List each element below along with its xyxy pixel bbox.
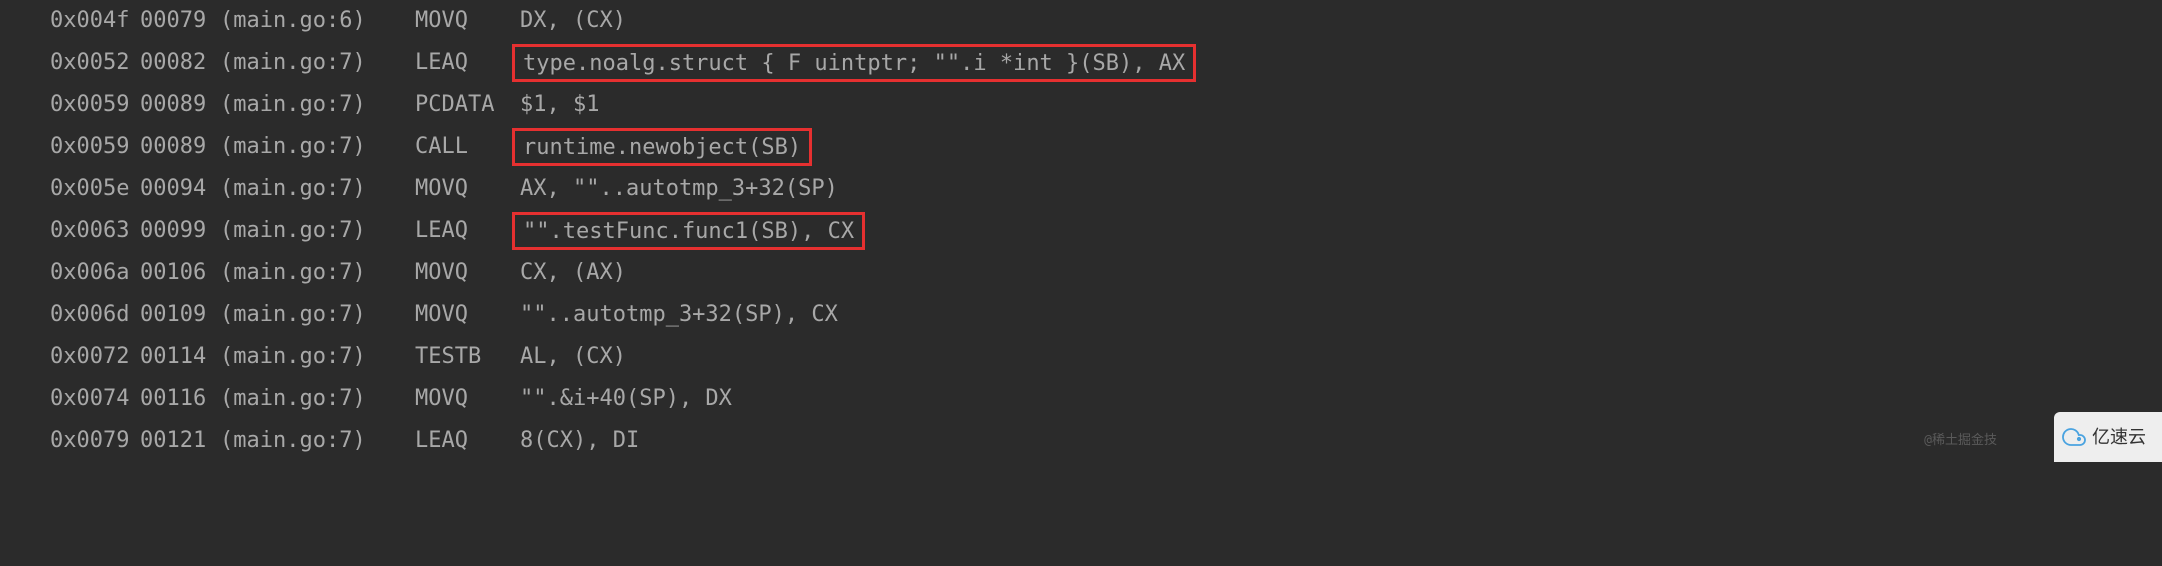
operand: ""..autotmp_3+32(SP), CX: [520, 294, 838, 336]
source-location: (main.go:6): [220, 0, 415, 42]
dec-address: 00109: [140, 294, 220, 336]
asm-line: 0x0059 00089 (main.go:7)PCDATA$1, $1: [50, 84, 2112, 126]
opcode: LEAQ: [415, 210, 520, 252]
operand: 8(CX), DI: [520, 420, 639, 462]
operand: DX, (CX): [520, 0, 626, 42]
operand: runtime.newobject(SB): [523, 131, 801, 164]
dec-address: 00114: [140, 336, 220, 378]
asm-line: 0x0072 00114 (main.go:7)TESTBAL, (CX): [50, 336, 2112, 378]
source-location: (main.go:7): [220, 84, 415, 126]
opcode: MOVQ: [415, 0, 520, 42]
asm-line: 0x006d 00109 (main.go:7)MOVQ""..autotmp_…: [50, 294, 2112, 336]
dec-address: 00089: [140, 126, 220, 168]
dec-address: 00094: [140, 168, 220, 210]
dec-address: 00079: [140, 0, 220, 42]
dec-address: 00099: [140, 210, 220, 252]
source-location: (main.go:7): [220, 420, 415, 462]
operand: $1, $1: [520, 84, 599, 126]
opcode: MOVQ: [415, 168, 520, 210]
opcode: MOVQ: [415, 378, 520, 420]
source-location: (main.go:7): [220, 42, 415, 84]
opcode: CALL: [415, 126, 520, 168]
opcode: LEAQ: [415, 420, 520, 462]
operand: type.noalg.struct { F uintptr; "".i *int…: [523, 47, 1185, 80]
dec-address: 00082: [140, 42, 220, 84]
source-location: (main.go:7): [220, 294, 415, 336]
source-location: (main.go:7): [220, 252, 415, 294]
hex-address: 0x0074: [50, 378, 140, 420]
highlight-annotation: type.noalg.struct { F uintptr; "".i *int…: [512, 44, 1196, 82]
hex-address: 0x005e: [50, 168, 140, 210]
operand: "".testFunc.func1(SB), CX: [523, 215, 854, 248]
opcode: TESTB: [415, 336, 520, 378]
opcode: LEAQ: [415, 42, 520, 84]
hex-address: 0x0072: [50, 336, 140, 378]
assembly-code-block: 0x004f 00079 (main.go:6)MOVQDX, (CX)0x00…: [0, 0, 2162, 462]
dec-address: 00089: [140, 84, 220, 126]
highlight-annotation: runtime.newobject(SB): [512, 128, 812, 166]
hex-address: 0x0059: [50, 84, 140, 126]
operand: "".&i+40(SP), DX: [520, 378, 732, 420]
hex-address: 0x006a: [50, 252, 140, 294]
source-location: (main.go:7): [220, 210, 415, 252]
cloud-icon: [2062, 425, 2086, 449]
asm-line: 0x0063 00099 (main.go:7)LEAQ"".testFunc.…: [50, 210, 2112, 252]
hex-address: 0x0059: [50, 126, 140, 168]
asm-line: 0x0059 00089 (main.go:7)CALLruntime.newo…: [50, 126, 2112, 168]
hex-address: 0x0063: [50, 210, 140, 252]
operand: CX, (AX): [520, 252, 626, 294]
opcode: MOVQ: [415, 252, 520, 294]
source-location: (main.go:7): [220, 168, 415, 210]
opcode: MOVQ: [415, 294, 520, 336]
asm-line: 0x005e 00094 (main.go:7)MOVQAX, ""..auto…: [50, 168, 2112, 210]
source-location: (main.go:7): [220, 378, 415, 420]
hex-address: 0x004f: [50, 0, 140, 42]
highlight-annotation: "".testFunc.func1(SB), CX: [512, 212, 865, 250]
dec-address: 00121: [140, 420, 220, 462]
asm-line: 0x004f 00079 (main.go:6)MOVQDX, (CX): [50, 0, 2112, 42]
watermark-brand-text: 亿速云: [2092, 427, 2146, 447]
hex-address: 0x006d: [50, 294, 140, 336]
asm-line: 0x0052 00082 (main.go:7)LEAQtype.noalg.s…: [50, 42, 2112, 84]
watermark-author: @稀土掘金技: [1924, 429, 1997, 454]
operand: AX, ""..autotmp_3+32(SP): [520, 168, 838, 210]
asm-line: 0x0074 00116 (main.go:7)MOVQ"".&i+40(SP)…: [50, 378, 2112, 420]
source-location: (main.go:7): [220, 336, 415, 378]
hex-address: 0x0079: [50, 420, 140, 462]
source-location: (main.go:7): [220, 126, 415, 168]
dec-address: 00106: [140, 252, 220, 294]
asm-line: 0x006a 00106 (main.go:7)MOVQCX, (AX): [50, 252, 2112, 294]
operand: AL, (CX): [520, 336, 626, 378]
dec-address: 00116: [140, 378, 220, 420]
opcode: PCDATA: [415, 84, 520, 126]
asm-line: 0x0079 00121 (main.go:7)LEAQ8(CX), DI: [50, 420, 2112, 462]
watermark-brand: 亿速云: [2054, 412, 2162, 462]
hex-address: 0x0052: [50, 42, 140, 84]
